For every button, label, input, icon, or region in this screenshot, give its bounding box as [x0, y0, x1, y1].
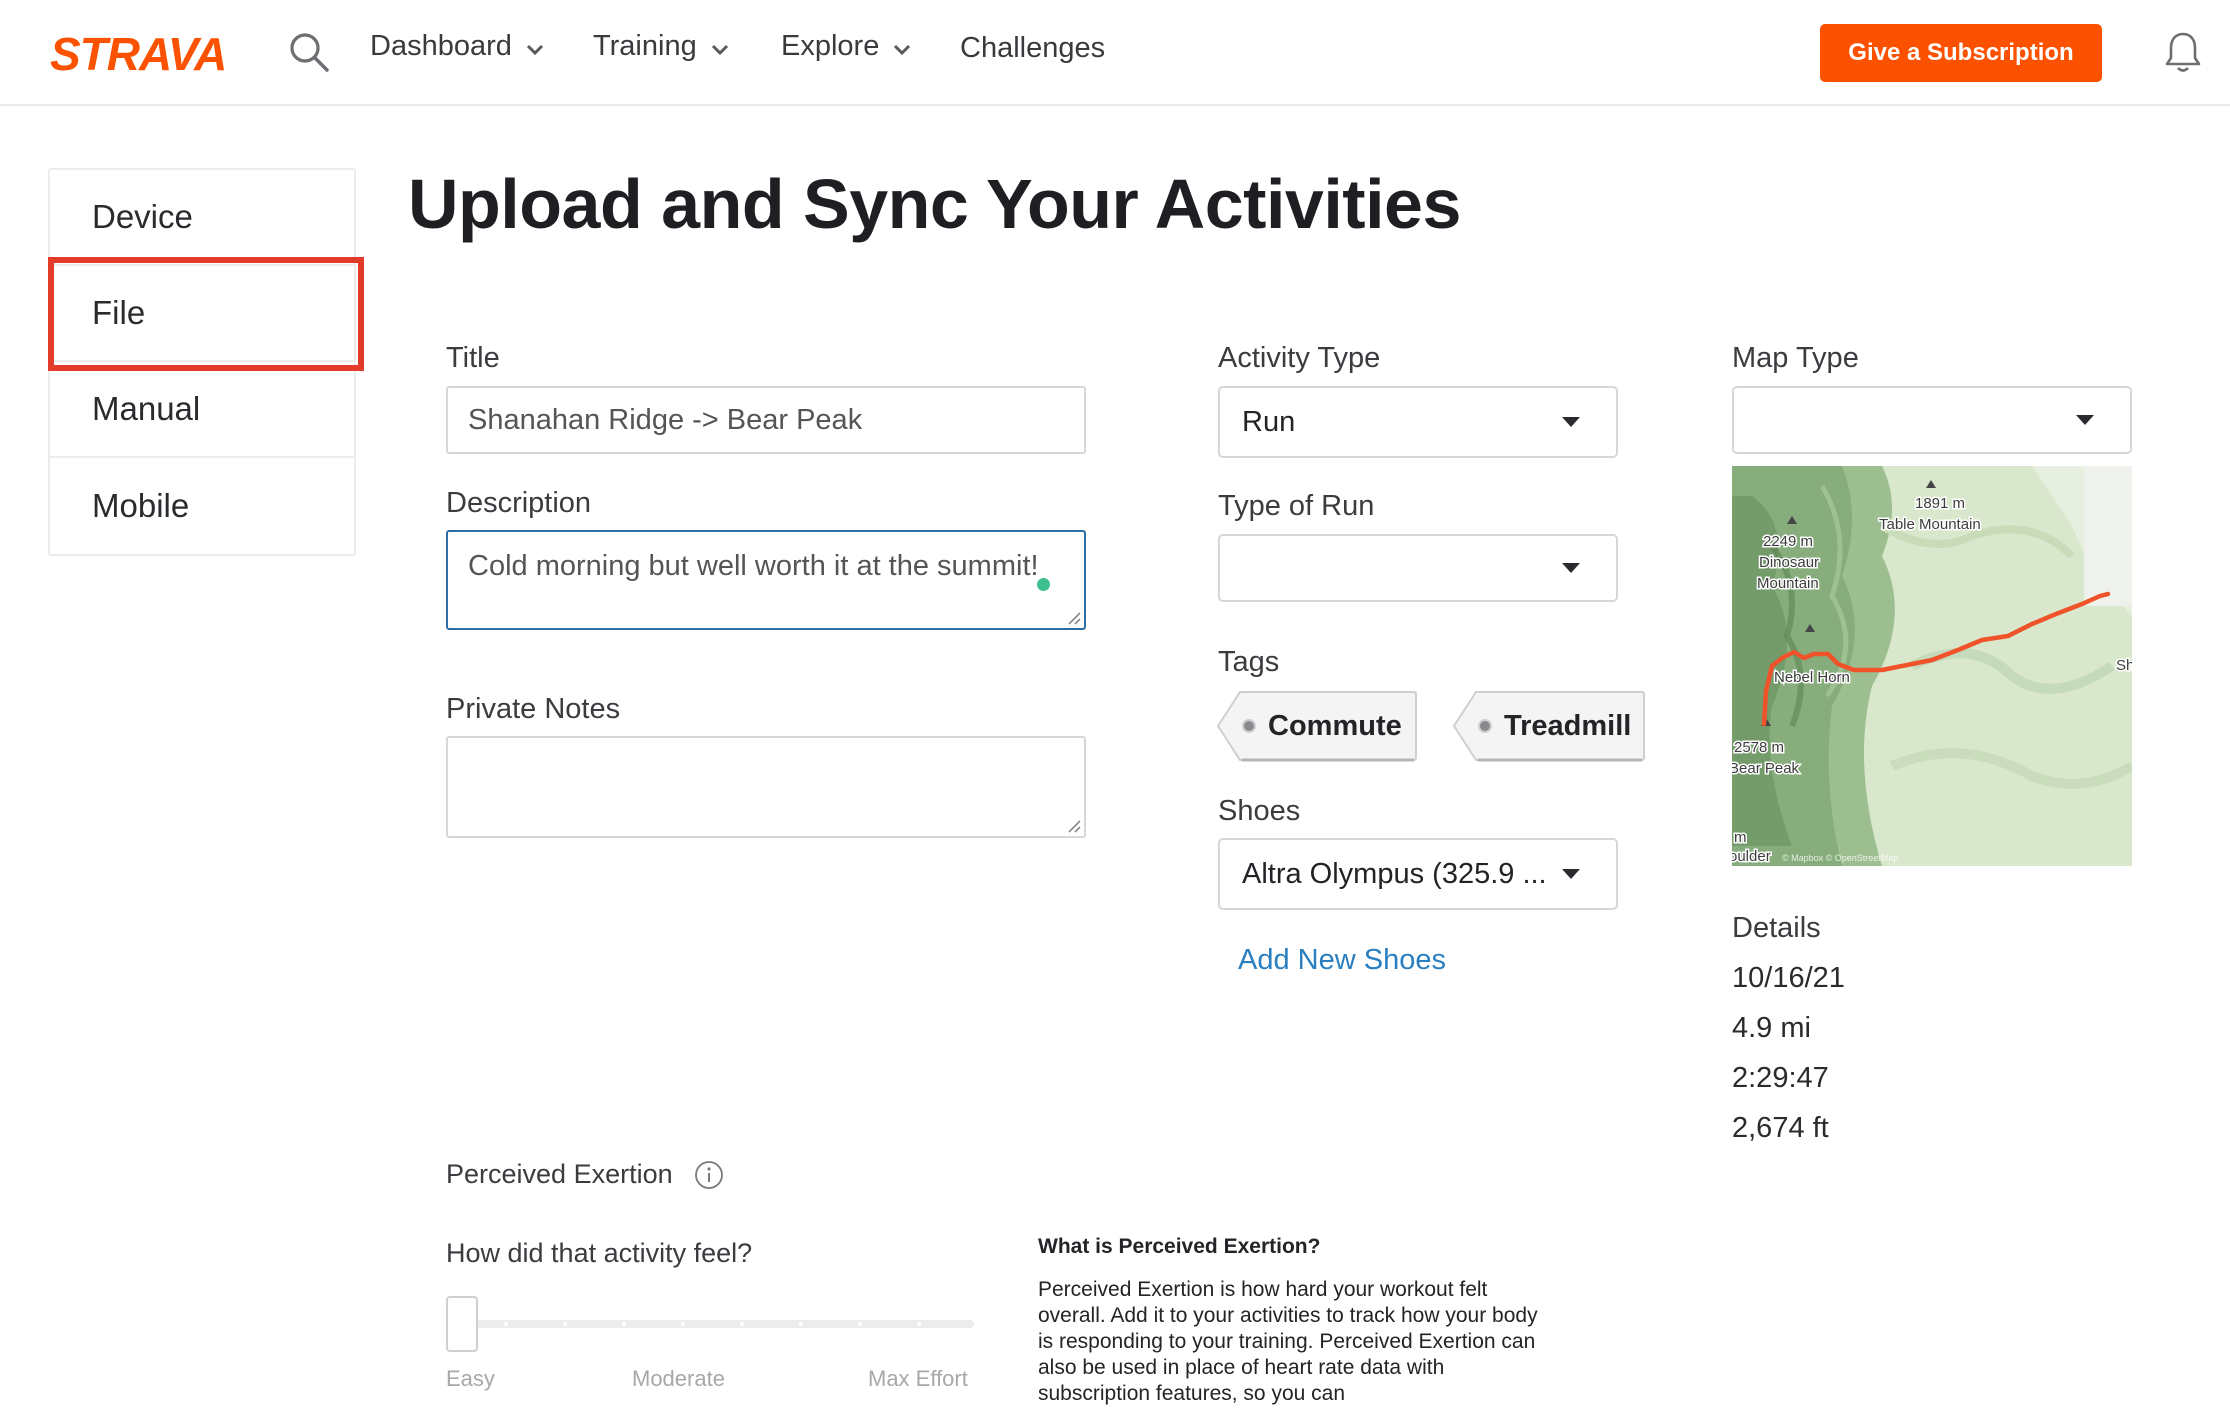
- nav-dashboard[interactable]: Dashboard: [370, 30, 544, 63]
- activity-type-value: Run: [1242, 405, 1296, 438]
- details-label: Details: [1732, 912, 1821, 944]
- dropdown-caret-icon: [1562, 417, 1580, 427]
- dropdown-caret-icon: [1562, 563, 1580, 573]
- svg-text:oulder: oulder: [1732, 848, 1771, 865]
- exertion-scale-moderate: Moderate: [632, 1366, 725, 1391]
- tab-manual[interactable]: Manual: [50, 362, 354, 458]
- svg-text:1891 m: 1891 m: [1915, 495, 1965, 512]
- info-icon[interactable]: [694, 1160, 724, 1190]
- detail-time: 2:29:47: [1732, 1062, 1829, 1094]
- slider-tick: [799, 1322, 803, 1326]
- detail-date: 10/16/21: [1732, 962, 1845, 994]
- tab-mobile-label: Mobile: [92, 487, 190, 524]
- chevron-down-icon: [526, 44, 543, 55]
- svg-text:Dinosaur: Dinosaur: [1759, 554, 1819, 571]
- strava-logo[interactable]: STRAVA: [50, 30, 246, 74]
- title-label: Title: [446, 342, 500, 374]
- resize-handle-icon[interactable]: [1067, 819, 1081, 833]
- search-icon[interactable]: [288, 31, 330, 73]
- nav-explore[interactable]: Explore: [781, 30, 911, 63]
- activity-type-select[interactable]: Run: [1218, 386, 1618, 458]
- svg-text:Nebel Horn: Nebel Horn: [1774, 669, 1850, 686]
- tag-commute[interactable]: Commute: [1216, 690, 1418, 762]
- upload-method-tabs: Device File Manual Mobile: [48, 168, 356, 556]
- nav-explore-label: Explore: [781, 30, 880, 62]
- exertion-slider-track[interactable]: [462, 1320, 974, 1328]
- tag-hole-icon: [1242, 719, 1256, 733]
- title-input-value: Shanahan Ridge -> Bear Peak: [468, 403, 863, 436]
- dropdown-caret-icon: [1562, 869, 1580, 879]
- nav-challenges-label: Challenges: [960, 32, 1106, 64]
- top-navigation-bar: STRAVA Dashboard Training Explore Challe…: [0, 0, 2230, 106]
- svg-text:2249 m: 2249 m: [1763, 533, 1813, 550]
- svg-text:Mountain: Mountain: [1757, 575, 1819, 592]
- tag-hole-icon: [1478, 719, 1492, 733]
- resize-handle-icon[interactable]: [1067, 611, 1081, 625]
- svg-text:2578 m: 2578 m: [1734, 739, 1784, 756]
- nav-training[interactable]: Training: [593, 30, 729, 63]
- chevron-down-icon: [894, 44, 911, 55]
- private-notes-textarea[interactable]: [446, 736, 1086, 838]
- tag-treadmill-label: Treadmill: [1504, 709, 1632, 742]
- svg-text:Table Mountain: Table Mountain: [1879, 516, 1981, 533]
- nav-challenges[interactable]: Challenges: [960, 32, 1105, 65]
- exertion-slider-thumb[interactable]: [446, 1296, 478, 1352]
- slider-tick: [681, 1322, 685, 1326]
- description-value: Cold morning but well worth it at the su…: [468, 550, 1039, 582]
- map-type-select[interactable]: [1732, 386, 2132, 454]
- route-map[interactable]: 1891 m Table Mountain 2249 m Dinosaur Mo…: [1732, 466, 2132, 866]
- tab-manual-label: Manual: [92, 390, 201, 427]
- slider-tick: [563, 1322, 567, 1326]
- tab-device-label: Device: [92, 198, 193, 235]
- page-title: Upload and Sync Your Activities: [408, 165, 1461, 243]
- slider-tick: [917, 1322, 921, 1326]
- nav-training-label: Training: [593, 30, 697, 62]
- exertion-scale-easy: Easy: [446, 1366, 495, 1391]
- svg-text:STRAVA: STRAVA: [50, 30, 226, 74]
- tags-label: Tags: [1218, 646, 1280, 678]
- dropdown-caret-icon: [2076, 415, 2094, 425]
- slider-tick: [622, 1322, 626, 1326]
- svg-text:© Mapbox © OpenStreetMap: © Mapbox © OpenStreetMap: [1782, 853, 1898, 863]
- chevron-down-icon: [711, 44, 728, 55]
- tag-commute-label: Commute: [1268, 709, 1402, 742]
- shoes-value: Altra Olympus (325.9 ...: [1242, 857, 1547, 890]
- slider-tick: [740, 1322, 744, 1326]
- exertion-help-title: What is Perceived Exertion?: [1038, 1235, 1321, 1258]
- private-notes-label: Private Notes: [446, 693, 621, 725]
- tab-mobile[interactable]: Mobile: [50, 458, 354, 554]
- route-map-graphic: 1891 m Table Mountain 2249 m Dinosaur Mo…: [1732, 466, 2132, 866]
- exertion-help-text: Perceived Exertion is how hard your work…: [1038, 1278, 1538, 1405]
- svg-text:Sh: Sh: [2116, 657, 2132, 674]
- activity-type-label: Activity Type: [1218, 342, 1381, 374]
- notification-bell-icon[interactable]: [2164, 30, 2202, 74]
- type-of-run-select[interactable]: [1218, 534, 1618, 602]
- type-of-run-label: Type of Run: [1218, 490, 1375, 522]
- slider-tick: [504, 1322, 508, 1326]
- shoes-select[interactable]: Altra Olympus (325.9 ...: [1218, 838, 1618, 910]
- slider-tick: [858, 1322, 862, 1326]
- title-input[interactable]: Shanahan Ridge -> Bear Peak: [446, 386, 1086, 454]
- description-label: Description: [446, 487, 592, 519]
- nav-dashboard-label: Dashboard: [370, 30, 512, 62]
- exertion-question: How did that activity feel?: [446, 1238, 753, 1268]
- map-type-label: Map Type: [1732, 342, 1859, 374]
- add-new-shoes-link[interactable]: Add New Shoes: [1238, 944, 1446, 977]
- detail-elevation: 2,674 ft: [1732, 1112, 1829, 1144]
- tab-file[interactable]: File: [50, 266, 354, 362]
- grammar-indicator-dot: [1037, 578, 1050, 591]
- tab-device[interactable]: Device: [50, 170, 354, 266]
- give-subscription-button[interactable]: Give a Subscription: [1820, 24, 2102, 82]
- shoes-label: Shoes: [1218, 795, 1301, 827]
- tab-file-label: File: [92, 294, 146, 331]
- svg-text:Bear Peak: Bear Peak: [1732, 760, 1800, 777]
- svg-text:m: m: [1734, 829, 1747, 846]
- perceived-exertion-label: Perceived Exertion: [446, 1159, 673, 1189]
- exertion-scale-max: Max Effort: [868, 1366, 968, 1391]
- tag-treadmill[interactable]: Treadmill: [1452, 690, 1646, 762]
- detail-distance: 4.9 mi: [1732, 1012, 1811, 1044]
- description-textarea[interactable]: Cold morning but well worth it at the su…: [446, 530, 1086, 630]
